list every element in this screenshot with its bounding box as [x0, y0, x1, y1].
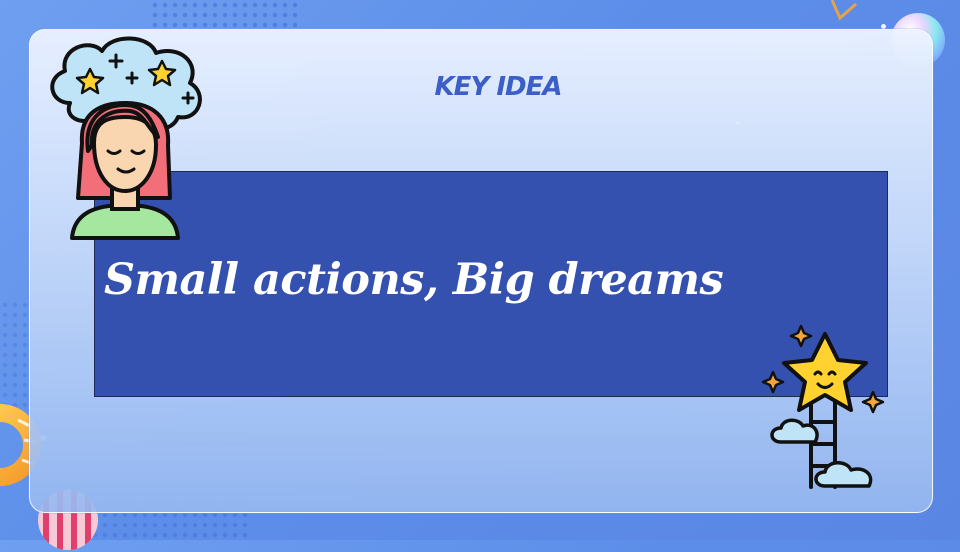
dreaming-woman-icon	[50, 36, 202, 240]
dot-pattern-top	[150, 0, 300, 28]
headline: Small actions, Big dreams	[104, 255, 724, 305]
star-ladder-icon	[761, 324, 885, 489]
cloud-icon	[770, 418, 819, 444]
cone-decoration-icon	[830, 0, 857, 21]
